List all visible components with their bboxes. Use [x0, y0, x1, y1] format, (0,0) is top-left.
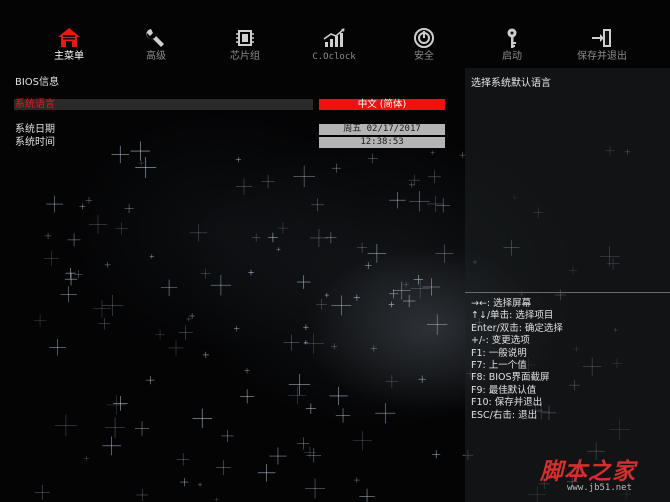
system-language-value[interactable]: 中文 (简体)	[319, 99, 445, 110]
tab-label: 保存并退出	[577, 51, 627, 62]
wrench-icon	[146, 29, 164, 47]
system-time-label[interactable]: 系统时间	[15, 137, 55, 148]
key-legend: →←: 选择屏幕 ↑↓/单击: 选择项目 Enter/双击: 确定选择 +/-:…	[471, 298, 563, 422]
tab-label: 主菜单	[54, 51, 84, 62]
key-icon	[507, 28, 517, 48]
system-language-label[interactable]: 系统语言	[15, 99, 55, 110]
key-hint: F10: 保存并退出	[471, 397, 543, 409]
tab-main-menu[interactable]: 主菜单	[34, 26, 104, 66]
tab-security[interactable]: 安全	[389, 26, 459, 66]
key-hint: +/-: 变更选项	[471, 335, 530, 347]
key-hint: F7: 上一个值	[471, 360, 527, 372]
tab-label: C.Oclock	[312, 52, 356, 62]
tab-label: 芯片组	[230, 51, 260, 62]
tab-advanced[interactable]: 高级	[121, 26, 191, 66]
home-icon	[58, 28, 80, 47]
help-panel: 选择系统默认语言 →←: 选择屏幕 ↑↓/单击: 选择项目 Enter/双击: …	[465, 68, 670, 502]
help-description: 选择系统默认语言	[471, 78, 551, 89]
key-hint: F9: 最佳默认值	[471, 384, 537, 396]
key-hint: ESC/右击: 退出	[471, 409, 538, 421]
main-settings-panel: BIOS信息 系统语言 中文 (简体) 系统日期 周五 02/17/2017 系…	[0, 68, 465, 502]
system-date-label[interactable]: 系统日期	[15, 124, 55, 135]
key-hint: F8: BIOS界面截屏	[471, 372, 550, 384]
help-divider	[465, 292, 670, 293]
system-date-value[interactable]: 周五 02/17/2017	[319, 124, 445, 135]
exit-door-icon	[592, 29, 611, 47]
power-shield-icon	[414, 28, 434, 48]
tab-label: 高级	[146, 51, 166, 62]
tab-save-exit[interactable]: 保存并退出	[567, 26, 637, 66]
key-hint: →←: 选择屏幕	[471, 298, 532, 309]
watermark-url: www.jb51.net	[567, 483, 633, 493]
selected-row-highlight	[14, 99, 313, 110]
performance-chart-icon	[323, 28, 345, 47]
watermark: 脚本之家 www.jb51.net	[540, 450, 668, 500]
tab-label: 启动	[502, 51, 522, 62]
tab-label: 安全	[414, 51, 434, 62]
tab-boot[interactable]: 启动	[477, 26, 547, 66]
key-hint: ↑↓/单击: 选择项目	[471, 310, 554, 322]
tab-chipset[interactable]: 芯片组	[210, 26, 280, 66]
section-title[interactable]: BIOS信息	[15, 73, 59, 88]
key-hint: Enter/双击: 确定选择	[471, 322, 563, 334]
tab-c-oclock[interactable]: C.Oclock	[299, 26, 369, 66]
chip-icon	[236, 30, 254, 46]
watermark-logo-text: 脚本之家	[540, 458, 636, 485]
system-time-value[interactable]: 12:38:53	[319, 137, 445, 148]
key-hint: F1: 一般说明	[471, 347, 527, 359]
top-navigation: 主菜单 高级 芯片组 C.Oclock 安全 启动 保存并退出	[0, 0, 670, 68]
